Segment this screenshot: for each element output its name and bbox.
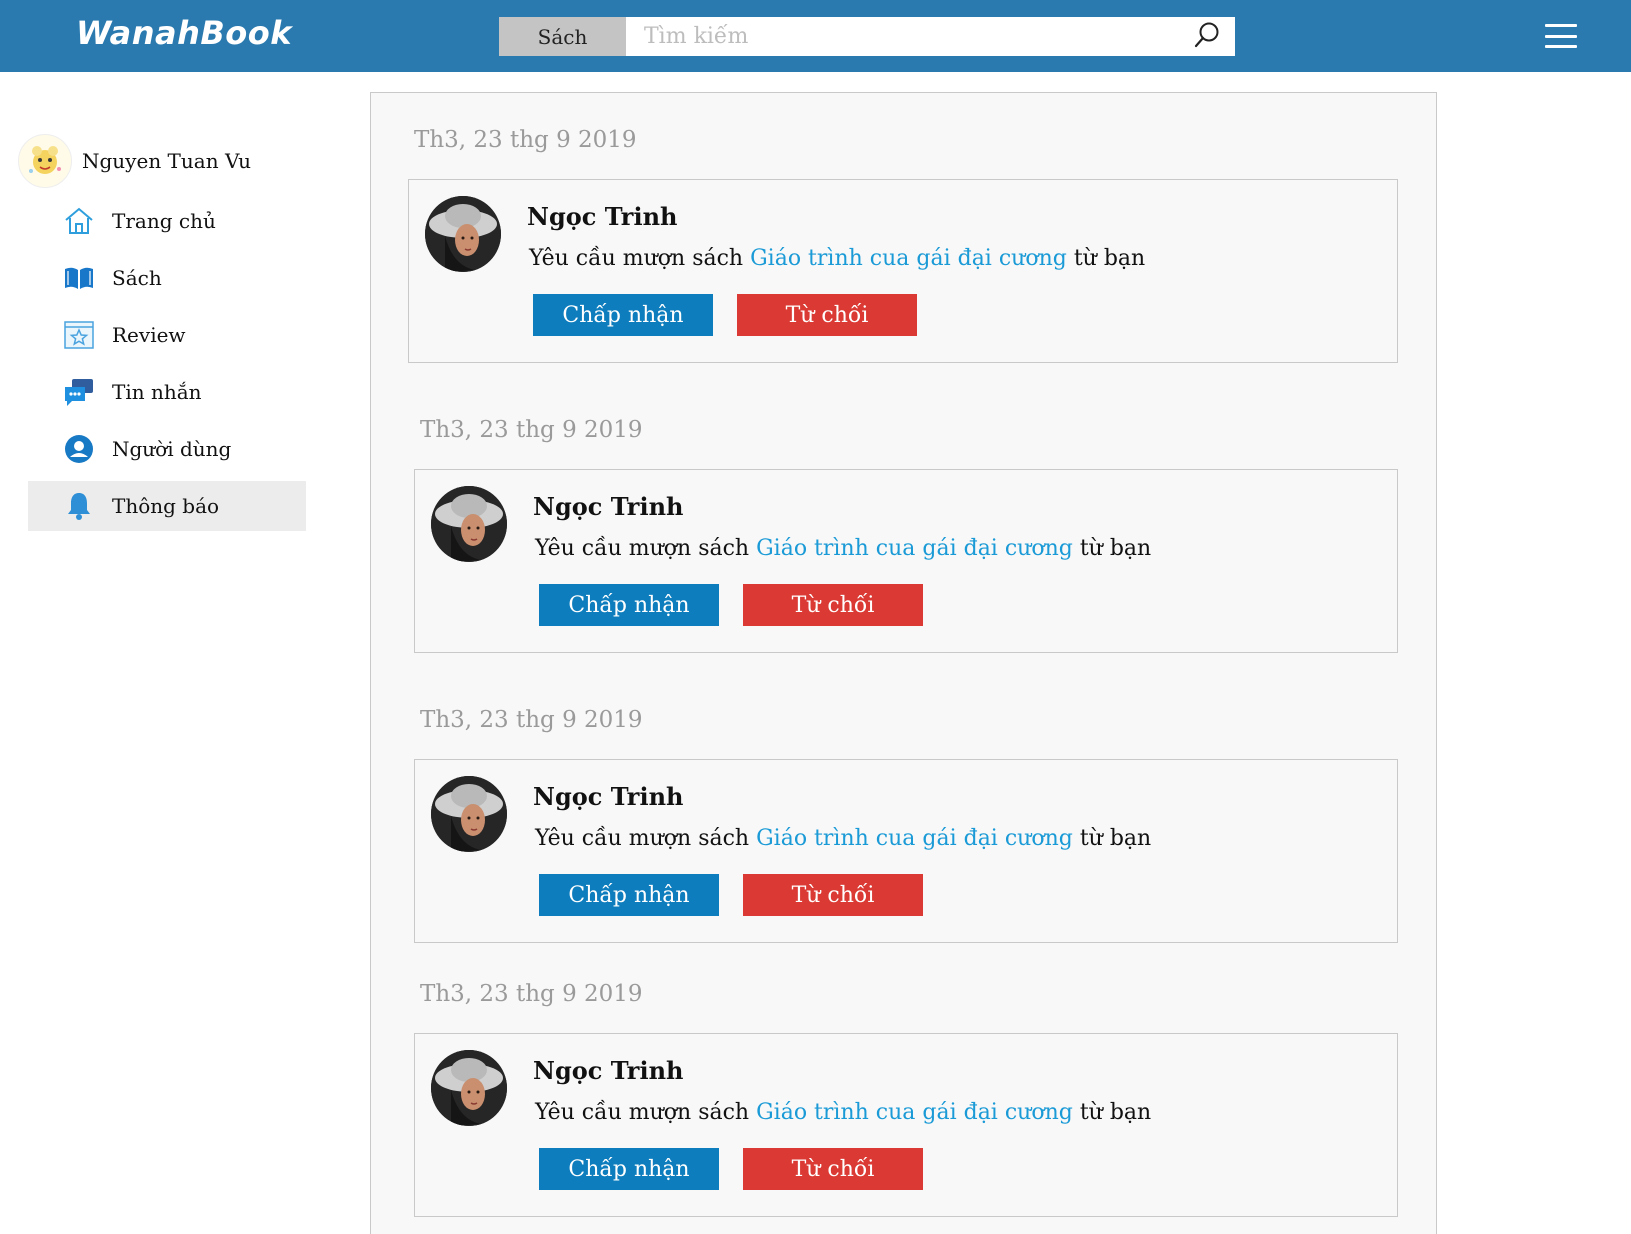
sender-avatar[interactable] (431, 486, 507, 562)
sidebar-item-home[interactable]: Trang chủ (28, 196, 306, 246)
reject-button[interactable]: Từ chối (737, 294, 917, 336)
user-profile[interactable]: Nguyen Tuan Vu (18, 134, 251, 188)
notification-message: Yêu cầu mượn sách Giáo trình cua gái đại… (535, 536, 1151, 561)
message-prefix: Yêu cầu mượn sách (535, 536, 750, 561)
notifications-panel: Th3, 23 thg 9 2019 Ngọc Trinh Yêu cầu mư… (370, 92, 1437, 1234)
sender-name[interactable]: Ngọc Trinh (533, 1056, 683, 1085)
avatar (18, 134, 72, 188)
notification-card: Ngọc Trinh Yêu cầu mượn sách Giáo trình … (414, 469, 1398, 653)
hamburger-menu-icon[interactable] (1545, 24, 1577, 48)
message-prefix: Yêu cầu mượn sách (535, 826, 750, 851)
sender-avatar[interactable] (425, 196, 501, 272)
user-icon (62, 432, 96, 466)
search-input[interactable] (626, 17, 1179, 56)
sidebar-item-users[interactable]: Người dùng (28, 424, 306, 474)
sidebar-item-label: Trang chủ (112, 209, 216, 233)
sender-name[interactable]: Ngọc Trinh (527, 202, 677, 231)
top-bar: WanahBook Sách (0, 0, 1631, 72)
search-button[interactable] (1179, 17, 1235, 56)
accept-button[interactable]: Chấp nhận (539, 1148, 719, 1190)
notification-message: Yêu cầu mượn sách Giáo trình cua gái đại… (535, 826, 1151, 851)
sidebar-item-label: Người dùng (112, 437, 232, 461)
notification-date: Th3, 23 thg 9 2019 (420, 981, 643, 1007)
accept-button[interactable]: Chấp nhận (539, 584, 719, 626)
book-title-link[interactable]: Giáo trình cua gái đại cương (756, 826, 1073, 851)
home-icon (62, 204, 96, 238)
chat-icon (62, 375, 96, 409)
message-suffix: từ bạn (1079, 1100, 1152, 1125)
notification-card: Ngọc Trinh Yêu cầu mượn sách Giáo trình … (414, 759, 1398, 943)
sender-name[interactable]: Ngọc Trinh (533, 782, 683, 811)
sidebar-item-label: Review (112, 323, 186, 347)
sidebar-item-messages[interactable]: Tin nhắn (28, 367, 306, 417)
notification-card: Ngọc Trinh Yêu cầu mượn sách Giáo trình … (414, 1033, 1398, 1217)
book-title-link[interactable]: Giáo trình cua gái đại cương (756, 536, 1073, 561)
message-suffix: từ bạn (1079, 536, 1152, 561)
sidebar-item-notifications[interactable]: Thông báo (28, 481, 306, 531)
search-bar: Sách (499, 17, 1235, 56)
search-icon (1193, 21, 1221, 53)
book-title-link[interactable]: Giáo trình cua gái đại cương (750, 246, 1067, 271)
book-icon (62, 261, 96, 295)
sidebar-item-label: Sách (112, 266, 162, 290)
reject-button[interactable]: Từ chối (743, 584, 923, 626)
notification-message: Yêu cầu mượn sách Giáo trình cua gái đại… (529, 246, 1145, 271)
notification-card: Ngọc Trinh Yêu cầu mượn sách Giáo trình … (408, 179, 1398, 363)
reject-button[interactable]: Từ chối (743, 1148, 923, 1190)
sender-avatar[interactable] (431, 776, 507, 852)
message-suffix: từ bạn (1073, 246, 1146, 271)
notification-date: Th3, 23 thg 9 2019 (414, 127, 637, 153)
accept-button[interactable]: Chấp nhận (533, 294, 713, 336)
reject-button[interactable]: Từ chối (743, 874, 923, 916)
sender-name[interactable]: Ngọc Trinh (533, 492, 683, 521)
message-prefix: Yêu cầu mượn sách (529, 246, 744, 271)
sidebar-item-label: Tin nhắn (112, 380, 202, 404)
notification-date: Th3, 23 thg 9 2019 (420, 707, 643, 733)
sidebar-item-books[interactable]: Sách (28, 253, 306, 303)
bell-icon (62, 489, 96, 523)
profile-name: Nguyen Tuan Vu (82, 149, 251, 173)
book-title-link[interactable]: Giáo trình cua gái đại cương (756, 1100, 1073, 1125)
review-star-icon (62, 318, 96, 352)
search-category-select[interactable]: Sách (499, 17, 626, 56)
app-logo[interactable]: WanahBook (76, 14, 292, 52)
notification-message: Yêu cầu mượn sách Giáo trình cua gái đại… (535, 1100, 1151, 1125)
message-prefix: Yêu cầu mượn sách (535, 1100, 750, 1125)
sidebar-item-review[interactable]: Review (28, 310, 306, 360)
sidebar-nav: Trang chủ Sách Review Tin nhắn Người dùn… (28, 196, 306, 538)
accept-button[interactable]: Chấp nhận (539, 874, 719, 916)
notification-date: Th3, 23 thg 9 2019 (420, 417, 643, 443)
sender-avatar[interactable] (431, 1050, 507, 1126)
sidebar-item-label: Thông báo (112, 494, 220, 518)
message-suffix: từ bạn (1079, 826, 1152, 851)
